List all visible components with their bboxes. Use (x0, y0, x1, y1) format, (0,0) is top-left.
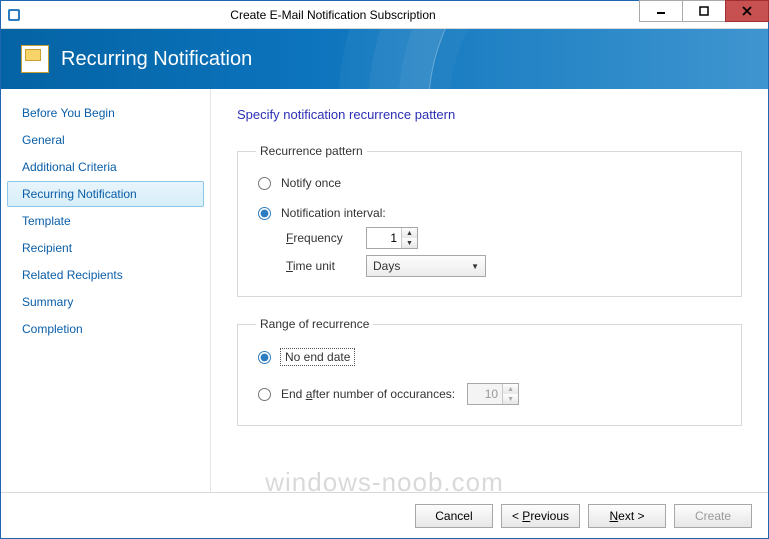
end-after-label: End after number of occurances: (281, 387, 455, 401)
frequency-down[interactable]: ▼ (402, 238, 417, 248)
end-after-spinner[interactable]: ▲ ▼ (467, 383, 519, 405)
recurrence-pattern-legend: Recurrence pattern (256, 144, 367, 158)
sidebar-item-recipient[interactable]: Recipient (7, 235, 204, 261)
next-button[interactable]: Next > (588, 504, 666, 528)
create-button: Create (674, 504, 752, 528)
close-button[interactable] (725, 0, 769, 22)
notify-once-label: Notify once (281, 176, 341, 190)
titlebar: Create E-Mail Notification Subscription (1, 1, 768, 29)
time-unit-label: Time unit (286, 259, 356, 273)
notification-interval-label: Notification interval: (281, 206, 386, 220)
window-title: Create E-Mail Notification Subscription (27, 1, 639, 28)
mail-icon (21, 45, 49, 73)
wizard-footer: Cancel < Previous Next > Create (1, 492, 768, 538)
sidebar-item-before-you-begin[interactable]: Before You Begin (7, 100, 204, 126)
frequency-spinner[interactable]: ▲ ▼ (366, 227, 418, 249)
wizard-banner: Recurring Notification (1, 29, 768, 89)
sidebar-item-general[interactable]: General (7, 127, 204, 153)
previous-button[interactable]: < Previous (501, 504, 580, 528)
no-end-date-label: No end date (281, 349, 354, 365)
sidebar-item-additional-criteria[interactable]: Additional Criteria (7, 154, 204, 180)
range-legend: Range of recurrence (256, 317, 373, 331)
notification-interval-radio[interactable] (258, 207, 271, 220)
sidebar-item-completion[interactable]: Completion (7, 316, 204, 342)
end-after-input[interactable] (468, 384, 502, 404)
end-after-up[interactable]: ▲ (503, 384, 518, 394)
frequency-label: Frequency (286, 231, 356, 245)
wizard-content: Specify notification recurrence pattern … (211, 89, 768, 492)
end-after-row[interactable]: End after number of occurances: ▲ ▼ (256, 379, 723, 409)
sidebar-item-related-recipients[interactable]: Related Recipients (7, 262, 204, 288)
sidebar-item-template[interactable]: Template (7, 208, 204, 234)
cancel-button[interactable]: Cancel (415, 504, 493, 528)
end-after-down[interactable]: ▼ (503, 394, 518, 404)
range-of-recurrence-group: Range of recurrence No end date End afte… (237, 317, 742, 426)
banner-title: Recurring Notification (61, 48, 252, 71)
notify-once-row[interactable]: Notify once (256, 172, 723, 194)
app-icon (1, 1, 27, 28)
wizard-body: Before You Begin General Additional Crit… (1, 89, 768, 492)
chevron-down-icon: ▼ (471, 262, 479, 271)
page-heading: Specify notification recurrence pattern (237, 107, 742, 122)
time-unit-value: Days (373, 259, 400, 273)
time-unit-combo[interactable]: Days ▼ (366, 255, 486, 277)
notify-once-radio[interactable] (258, 177, 271, 190)
banner-decoration (428, 29, 768, 89)
sidebar-item-summary[interactable]: Summary (7, 289, 204, 315)
end-after-radio[interactable] (258, 388, 271, 401)
recurrence-pattern-group: Recurrence pattern Notify once Notificat… (237, 144, 742, 297)
no-end-date-row[interactable]: No end date (256, 345, 723, 369)
time-unit-row: Time unit Days ▼ (286, 252, 723, 280)
sidebar-item-recurring-notification[interactable]: Recurring Notification (7, 181, 204, 207)
wizard-steps-sidebar: Before You Begin General Additional Crit… (1, 89, 211, 492)
frequency-row: Frequency ▲ ▼ (286, 224, 723, 252)
wizard-window: Create E-Mail Notification Subscription … (0, 0, 769, 539)
maximize-button[interactable] (682, 0, 726, 22)
no-end-date-radio[interactable] (258, 351, 271, 364)
frequency-up[interactable]: ▲ (402, 228, 417, 238)
window-controls (639, 1, 768, 28)
frequency-input[interactable] (367, 228, 401, 248)
notification-interval-row[interactable]: Notification interval: (256, 202, 723, 224)
minimize-button[interactable] (639, 0, 683, 22)
